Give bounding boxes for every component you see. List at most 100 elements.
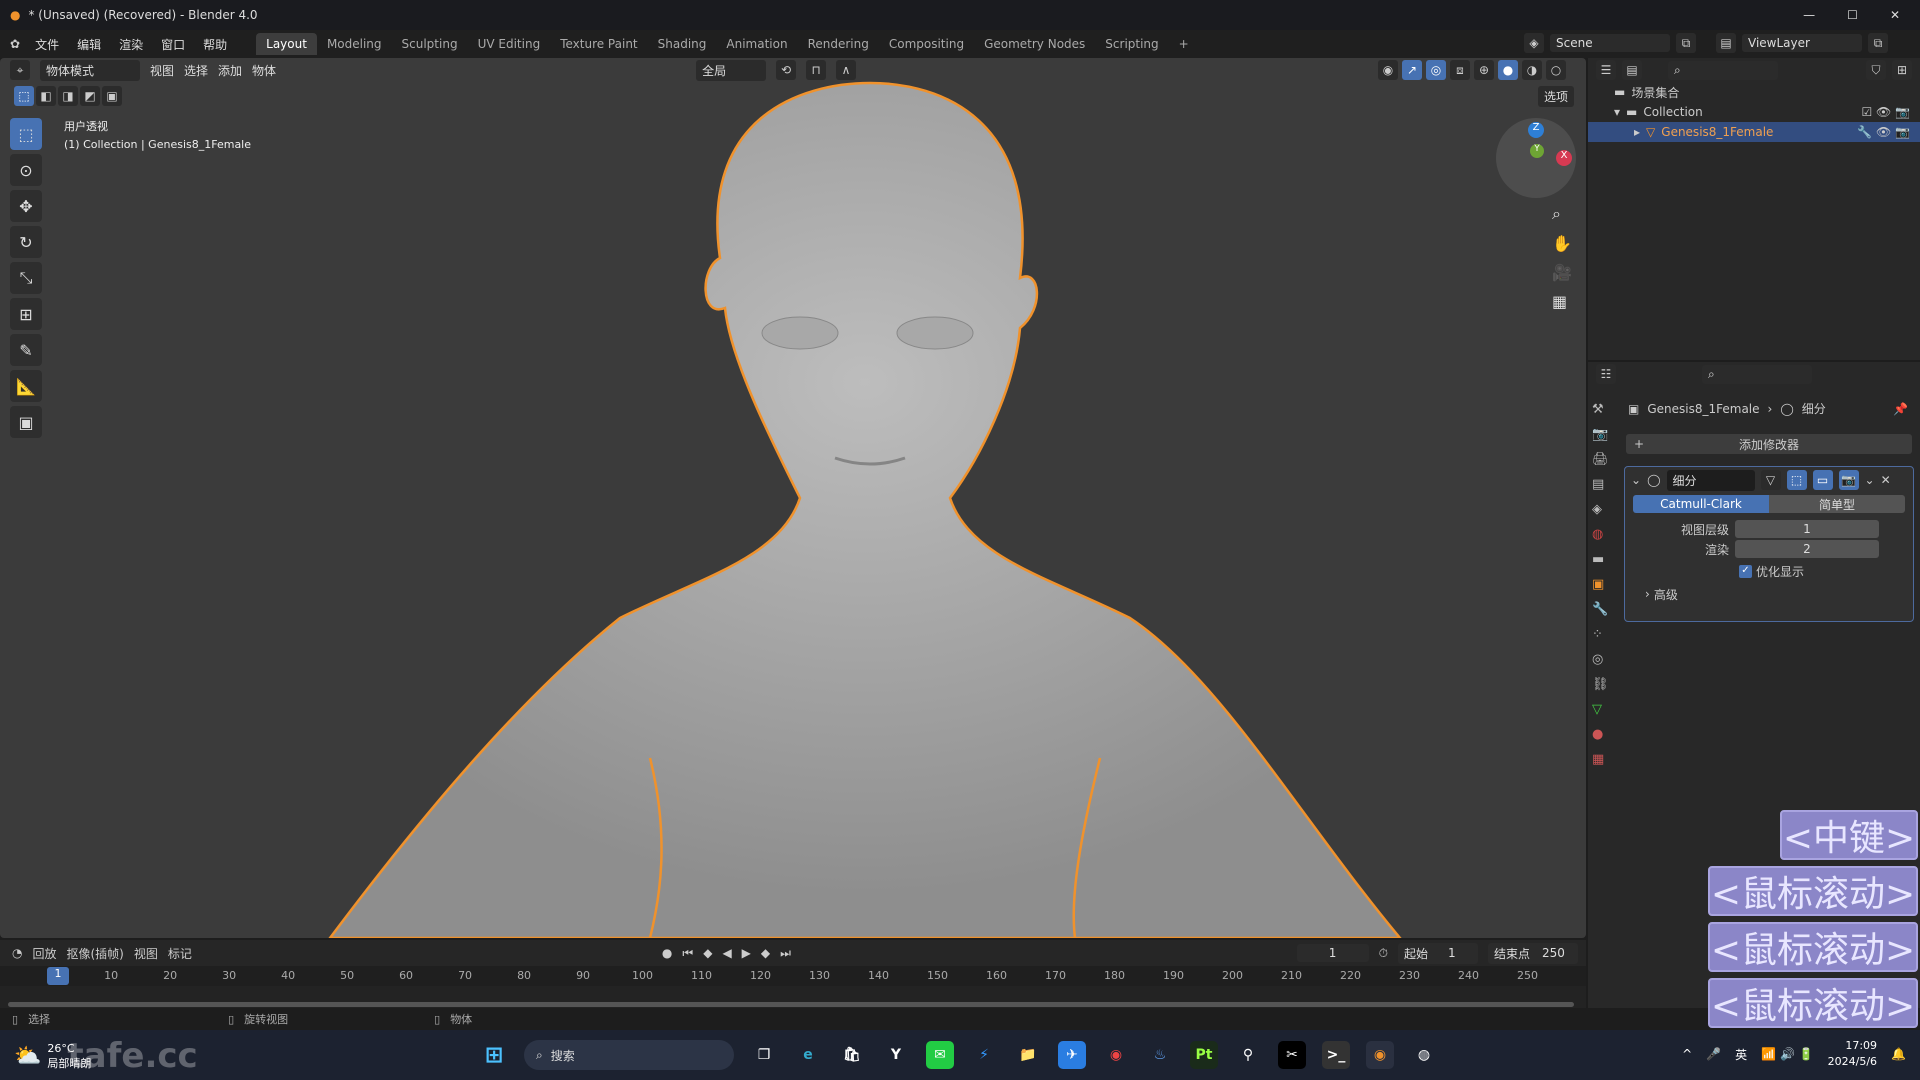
properties-type-icon[interactable]: ☷ (1596, 364, 1616, 384)
measure-tool-icon[interactable]: 📐 (10, 370, 42, 402)
menu-help[interactable]: 帮助 (194, 36, 236, 53)
tab-scripting[interactable]: Scripting (1095, 33, 1168, 55)
rendered-shading-icon[interactable]: ○ (1546, 60, 1566, 80)
pan-hand-icon[interactable]: ✋ (1552, 234, 1572, 253)
character-model[interactable] (0, 58, 1586, 938)
pin-icon[interactable]: 📌 (1893, 402, 1908, 416)
start-frame-field[interactable]: 起始 1 (1398, 942, 1478, 964)
select-invert-icon[interactable]: ◩ (80, 86, 100, 106)
menu-object[interactable]: 物体 (252, 62, 276, 79)
timeline-scrollbar[interactable] (8, 1002, 1574, 1007)
expand-icon[interactable]: ▸ (1634, 125, 1640, 139)
output-tab-icon[interactable]: 🖨 (1592, 452, 1618, 467)
minimize-button[interactable]: — (1803, 8, 1815, 22)
camera-view-icon[interactable]: 🎥 (1552, 263, 1572, 282)
collection-tab-icon[interactable]: ▬ (1592, 552, 1618, 567)
weather-widget[interactable]: ⛅ 26°C 局部晴朗 tafe.cc (14, 1036, 198, 1076)
menu-view[interactable]: 视图 (150, 62, 174, 79)
start-button-icon[interactable]: ⊞ (480, 1041, 508, 1069)
data-tab-icon[interactable]: ▽ (1592, 702, 1618, 717)
clock[interactable]: 17:09 2024/5/6 (1828, 1038, 1877, 1070)
painter-icon[interactable]: Pt (1190, 1041, 1218, 1069)
catmull-clark-option[interactable]: Catmull-Clark (1633, 495, 1769, 513)
new-viewlayer-icon[interactable]: ⧉ (1868, 33, 1888, 53)
move-tool-icon[interactable]: ✥ (10, 190, 42, 222)
menu-select[interactable]: 选择 (184, 62, 208, 79)
filter-icon[interactable]: ⛉ (1866, 60, 1886, 80)
viewlayer-icon[interactable]: ▤ (1716, 33, 1736, 53)
outliner-object[interactable]: ▸ ▽ Genesis8_1Female 🔧 👁 📷 (1588, 122, 1920, 142)
tab-modeling[interactable]: Modeling (317, 33, 392, 55)
playhead[interactable]: 1 (47, 967, 69, 985)
x-axis-icon[interactable]: X (1556, 150, 1572, 166)
scene-tab-icon[interactable]: ◈ (1592, 502, 1618, 517)
z-axis-icon[interactable]: Z (1528, 122, 1544, 138)
scale-tool-icon[interactable]: ⤡ (10, 262, 42, 294)
edit-cage-icon[interactable]: ▽ (1760, 470, 1781, 490)
texture-tab-icon[interactable]: ▦ (1592, 752, 1618, 767)
transform-tool-icon[interactable]: ⊞ (10, 298, 42, 330)
outliner-search-icon[interactable]: ⌕ (1668, 60, 1778, 80)
add-cube-tool-icon[interactable]: ▣ (10, 406, 42, 438)
physics-tab-icon[interactable]: ◎ (1592, 652, 1618, 667)
tab-compositing[interactable]: Compositing (879, 33, 974, 55)
prev-key-icon[interactable]: ◆ (703, 946, 712, 961)
keying-menu[interactable]: 抠像(插帧) (67, 945, 124, 962)
outliner-root[interactable]: ▬ 场景集合 (1588, 82, 1920, 102)
auto-key-icon[interactable]: ● (662, 946, 672, 961)
viewlayer-tab-icon[interactable]: ▤ (1592, 477, 1618, 492)
gizmo-icon[interactable]: ↗ (1402, 60, 1422, 80)
jump-end-icon[interactable]: ⏭ (780, 946, 791, 961)
outliner-type-icon[interactable]: ☰ (1596, 60, 1616, 80)
visibility-toggles[interactable]: ☑ 👁 📷 (1861, 105, 1920, 119)
add-workspace-button[interactable]: + (1169, 33, 1199, 55)
particles-tab-icon[interactable]: ⁘ (1592, 627, 1618, 642)
close-button[interactable]: ✕ (1890, 8, 1900, 22)
render-display-icon[interactable]: 📷 (1838, 470, 1859, 490)
obs-icon[interactable]: ◍ (1410, 1041, 1438, 1069)
levels-viewport-field[interactable]: 1 (1735, 520, 1879, 538)
next-key-icon[interactable]: ◆ (761, 946, 770, 961)
cursor-tool-icon[interactable]: ⊙ (10, 154, 42, 186)
feishu-icon[interactable]: ✈ (1058, 1041, 1086, 1069)
rotate-tool-icon[interactable]: ↻ (10, 226, 42, 258)
viewlayer-selector[interactable]: ViewLayer (1742, 34, 1862, 52)
overlay-icon[interactable]: ◎ (1426, 60, 1446, 80)
steam-icon[interactable]: ♨ (1146, 1041, 1174, 1069)
ortho-grid-icon[interactable]: ▦ (1552, 292, 1572, 311)
object-toggles[interactable]: 🔧 👁 📷 (1857, 125, 1920, 139)
capcut-icon[interactable]: ✂ (1278, 1041, 1306, 1069)
remove-modifier-icon[interactable]: ✕ (1881, 473, 1891, 487)
select-subtract-icon[interactable]: ◨ (58, 86, 78, 106)
snap-icon[interactable]: ⊓ (806, 60, 827, 80)
y-axis-icon[interactable]: Y (1530, 144, 1544, 158)
viewport-display-icon[interactable]: ▭ (1812, 470, 1833, 490)
advanced-subpanel[interactable]: › 高级 (1625, 583, 1913, 605)
store-icon[interactable]: 🛍 (838, 1041, 866, 1069)
select-intersect-icon[interactable]: ▣ (102, 86, 122, 106)
maximize-button[interactable]: ☐ (1847, 8, 1858, 22)
properties-search-icon[interactable]: ⌕ (1702, 364, 1812, 384)
app-icon[interactable]: ⚲ (1234, 1041, 1262, 1069)
add-modifier-button[interactable]: + 添加修改器 (1626, 434, 1912, 454)
navigation-gizmo[interactable]: Z X Y (1496, 118, 1576, 198)
blender-menu-icon[interactable]: ✿ (10, 37, 20, 51)
marker-menu[interactable]: 标记 (168, 945, 192, 962)
scene-icon[interactable]: ◈ (1524, 33, 1544, 53)
select-box-tool-icon[interactable]: ⬚ (10, 118, 42, 150)
end-frame-field[interactable]: 结束点 250 (1488, 942, 1578, 964)
jump-start-icon[interactable]: ⏮ (682, 946, 693, 961)
transform-orientation[interactable]: 全局 (696, 59, 767, 81)
expand-icon[interactable]: ▾ (1614, 105, 1620, 119)
tab-sculpting[interactable]: Sculpting (392, 33, 468, 55)
dropdown-icon[interactable]: ⌄ (1865, 473, 1875, 487)
new-scene-icon[interactable]: ⧉ (1676, 33, 1696, 53)
file-explorer-icon[interactable]: 📁 (1014, 1041, 1042, 1069)
render-levels-field[interactable]: 2 (1735, 540, 1879, 558)
terminal-icon[interactable]: >_ (1322, 1041, 1350, 1069)
select-new-icon[interactable]: ⬚ (14, 86, 34, 106)
world-tab-icon[interactable]: ◍ (1592, 527, 1618, 542)
wireframe-shading-icon[interactable]: ⊕ (1474, 60, 1494, 80)
constraints-tab-icon[interactable]: ⛓ (1592, 677, 1618, 692)
taskbar-search[interactable]: ⌕ 搜索 (524, 1040, 734, 1070)
